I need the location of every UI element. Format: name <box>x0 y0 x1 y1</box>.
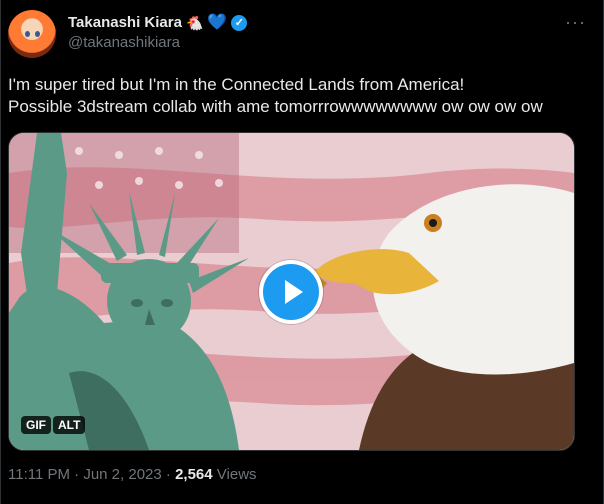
play-icon <box>263 264 319 320</box>
alt-text-button[interactable]: ALT <box>53 416 86 434</box>
tweet-text-line: Possible 3dstream collab with ame tomorr… <box>8 97 543 116</box>
views-label: Views <box>212 466 257 483</box>
avatar[interactable] <box>8 10 56 58</box>
media-gif[interactable]: GIF ALT <box>8 132 575 451</box>
gif-badge: GIF <box>21 416 51 434</box>
tweet-time[interactable]: 11:11 PM <box>8 466 70 483</box>
tweet-date[interactable]: Jun 2, 2023 <box>83 466 161 483</box>
verified-badge-icon[interactable]: ✓ <box>231 14 248 31</box>
author-display-name[interactable]: Takanashi Kiara <box>68 14 182 31</box>
avatar-eye <box>25 31 30 37</box>
meta-separator: · <box>69 466 84 483</box>
tweet-header: Takanashi Kiara 🐔 💙 ✓ @takanashikiara ··… <box>8 6 594 62</box>
blue-heart-emoji-icon: 💙 <box>207 13 228 31</box>
author-name-line: Takanashi Kiara 🐔 💙 ✓ <box>68 13 248 31</box>
avatar-eye <box>35 31 40 37</box>
play-button[interactable] <box>259 260 323 324</box>
author-handle[interactable]: @takanashikiara <box>68 34 180 51</box>
tweet-text: I'm super tired but I'm in the Connected… <box>8 74 584 118</box>
chicken-emoji-icon: 🐔 <box>185 14 204 31</box>
media-badges: GIF ALT <box>21 416 86 434</box>
tweet-meta: 11:11 PM · Jun 2, 2023 · 2,564 Views <box>8 466 257 483</box>
more-options-icon[interactable]: ··· <box>565 12 586 33</box>
left-border <box>0 0 1 504</box>
meta-separator: · <box>161 466 176 483</box>
views-count: 2,564 <box>175 466 213 483</box>
tweet-text-line: I'm super tired but I'm in the Connected… <box>8 75 465 94</box>
